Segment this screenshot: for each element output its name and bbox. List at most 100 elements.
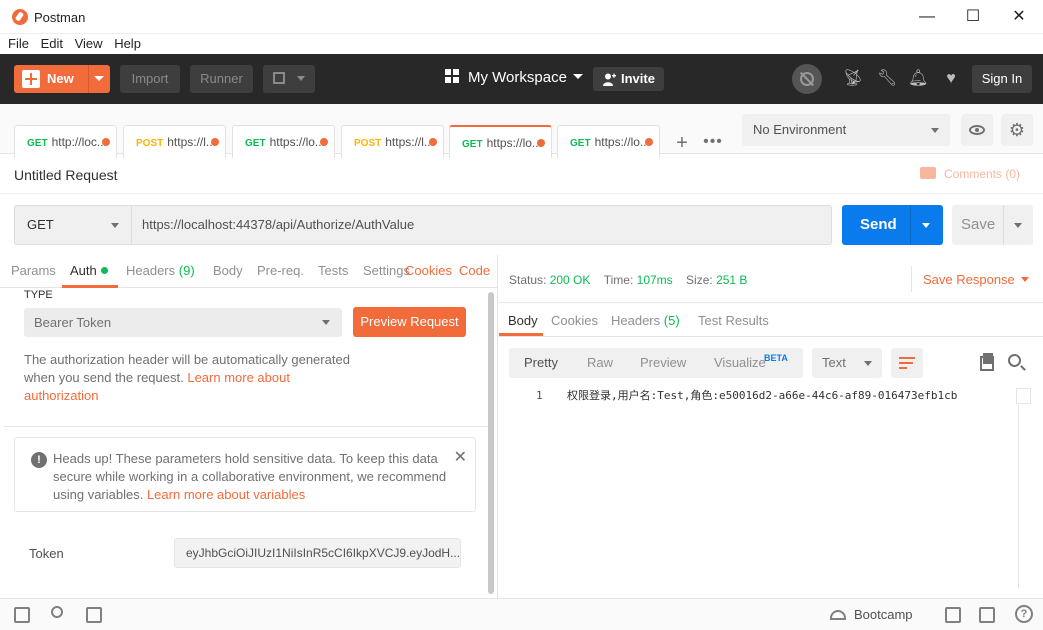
alert-info-icon: ! bbox=[31, 452, 47, 468]
tab-auth[interactable]: Auth bbox=[70, 263, 108, 278]
copy-icon[interactable] bbox=[980, 353, 994, 371]
request-tab[interactable]: POST https://l... bbox=[123, 125, 226, 158]
find-icon[interactable] bbox=[51, 606, 63, 618]
more-tabs-icon[interactable]: ••• bbox=[700, 129, 726, 157]
view-visualize[interactable]: Visualize bbox=[714, 348, 766, 378]
help-icon[interactable]: ? bbox=[1015, 605, 1033, 623]
view-raw[interactable]: Raw bbox=[587, 348, 613, 378]
menu-help[interactable]: Help bbox=[114, 34, 141, 54]
auth-desc-line1: The authorization header will be automat… bbox=[24, 352, 350, 367]
headers-count: (9) bbox=[178, 263, 195, 278]
save-response-button[interactable]: Save Response bbox=[923, 272, 1029, 287]
menu-file[interactable]: File bbox=[8, 34, 29, 54]
runner-button[interactable]: Runner bbox=[190, 65, 253, 93]
unsaved-dot-icon bbox=[320, 138, 328, 146]
new-window-button[interactable] bbox=[263, 65, 315, 93]
tab-settings[interactable]: Settings bbox=[363, 263, 410, 278]
view-pretty[interactable]: Pretty bbox=[524, 348, 558, 378]
learn-more-variables-link[interactable]: Learn more about variables bbox=[147, 487, 305, 502]
menu-view[interactable]: View bbox=[75, 34, 103, 54]
status-bar: Bootcamp ? bbox=[0, 598, 1043, 630]
minimize-button[interactable]: — bbox=[904, 0, 950, 34]
chevron-down-icon[interactable] bbox=[1014, 223, 1022, 228]
bootcamp-icon bbox=[830, 610, 846, 620]
send-button[interactable]: Send bbox=[842, 205, 943, 245]
gear-icon: ⚙ bbox=[1008, 120, 1026, 140]
status-value[interactable]: 200 OK bbox=[550, 273, 591, 287]
alert-text: Heads up! These parameters hold sensitiv… bbox=[53, 450, 453, 504]
bootcamp-button[interactable]: Bootcamp bbox=[830, 607, 913, 622]
manage-environments-button[interactable]: ⚙ bbox=[1001, 114, 1033, 146]
import-button[interactable]: Import bbox=[120, 65, 180, 93]
close-button[interactable]: ✕ bbox=[996, 0, 1042, 34]
request-tab[interactable]: POST https://l... bbox=[341, 125, 444, 158]
new-tab-plus-icon[interactable]: + bbox=[667, 129, 697, 157]
close-icon[interactable]: ✕ bbox=[454, 447, 467, 467]
beta-badge: BETA bbox=[764, 353, 788, 363]
resp-tab-test-results[interactable]: Test Results bbox=[698, 313, 769, 328]
tab-prerequest[interactable]: Pre-req. bbox=[257, 263, 304, 278]
cookies-link[interactable]: Cookies bbox=[405, 263, 452, 278]
search-icon[interactable] bbox=[1008, 354, 1021, 367]
maximize-button[interactable]: ☐ bbox=[950, 0, 996, 34]
view-preview[interactable]: Preview bbox=[640, 348, 686, 378]
postman-logo-icon bbox=[12, 9, 28, 25]
scrollbar[interactable] bbox=[488, 292, 494, 594]
satellite-icon[interactable]: 📡︎ bbox=[843, 70, 863, 88]
token-input[interactable]: eyJhbGciOiJIUzI1NiIsInR5cCI6IkpXVCJ9.eyJ… bbox=[174, 538, 461, 568]
chevron-down-icon bbox=[111, 223, 119, 228]
format-select[interactable]: Text bbox=[812, 348, 882, 378]
menu-edit[interactable]: Edit bbox=[41, 34, 63, 54]
chevron-down-icon bbox=[296, 76, 305, 81]
comments-link[interactable]: Comments (0) bbox=[920, 167, 1020, 181]
invite-button[interactable]: Invite bbox=[593, 67, 664, 91]
sync-off-icon[interactable] bbox=[792, 64, 822, 94]
request-tab[interactable]: GET http://loc... bbox=[14, 125, 117, 158]
request-tabs-bar: GET http://loc... POST https://l... GET htt… bbox=[0, 104, 1043, 158]
token-label: Token bbox=[29, 546, 64, 561]
preview-request-button[interactable]: Preview Request bbox=[353, 307, 466, 337]
tab-body[interactable]: Body bbox=[213, 263, 243, 278]
learn-more-auth-link-2[interactable]: authorization bbox=[24, 388, 98, 403]
response-body-text[interactable]: 权限登录,用户名:Test,角色:e50016d2-a66e-44c6-af89… bbox=[567, 387, 957, 405]
save-button[interactable]: Save bbox=[952, 205, 1033, 245]
two-pane-view-icon[interactable] bbox=[945, 607, 961, 623]
url-input[interactable]: https://localhost:44378/api/Authorize/Au… bbox=[131, 205, 832, 245]
response-pane: Status: 200 OK Time: 107ms Size: 251 B S… bbox=[499, 255, 1043, 598]
unsaved-dot-icon bbox=[645, 138, 653, 146]
new-button-divider bbox=[88, 65, 89, 93]
method-select[interactable]: GET bbox=[14, 205, 131, 245]
heart-icon[interactable]: ♥ bbox=[942, 70, 960, 88]
code-link[interactable]: Code bbox=[459, 263, 490, 278]
resp-tab-body[interactable]: Body bbox=[508, 313, 538, 328]
console-icon[interactable] bbox=[86, 607, 102, 623]
wrench-icon[interactable]: 🔧︎ bbox=[877, 70, 897, 88]
sensitive-data-alert: ! Heads up! These parameters hold sensit… bbox=[14, 437, 476, 512]
workspace-selector[interactable]: My Workspace bbox=[445, 69, 583, 86]
app-header: New Import Runner My Workspace Invite 📡︎… bbox=[0, 54, 1043, 104]
request-title[interactable]: Untitled Request bbox=[14, 167, 118, 183]
auth-type-select[interactable]: Bearer Token bbox=[24, 308, 342, 337]
environment-quick-look-button[interactable] bbox=[961, 114, 993, 146]
tab-params[interactable]: Params bbox=[11, 263, 56, 278]
resp-tab-cookies[interactable]: Cookies bbox=[551, 313, 598, 328]
size-value[interactable]: 251 B bbox=[716, 273, 747, 287]
environment-select[interactable]: No Environment bbox=[742, 114, 950, 146]
learn-more-auth-link[interactable]: Learn more about bbox=[187, 370, 290, 385]
sidebar-toggle-icon[interactable] bbox=[14, 607, 30, 623]
request-tab-active[interactable]: GET https://lo... bbox=[449, 125, 552, 158]
time-value[interactable]: 107ms bbox=[637, 273, 673, 287]
bell-icon[interactable]: 🔔︎ bbox=[908, 70, 928, 88]
sign-in-button[interactable]: Sign In bbox=[972, 65, 1032, 93]
tab-headers[interactable]: Headers (9) bbox=[126, 263, 195, 278]
chevron-down-icon[interactable] bbox=[94, 76, 104, 81]
wrap-lines-button[interactable] bbox=[891, 348, 923, 378]
request-tab[interactable]: GET https://lo... bbox=[232, 125, 335, 158]
new-button[interactable]: New bbox=[14, 65, 110, 93]
tab-tests[interactable]: Tests bbox=[318, 263, 348, 278]
window-title: Postman bbox=[34, 10, 86, 25]
keyboard-shortcuts-icon[interactable] bbox=[979, 607, 995, 623]
chevron-down-icon[interactable] bbox=[922, 223, 930, 228]
resp-tab-headers[interactable]: Headers (5) bbox=[611, 313, 680, 328]
request-tab[interactable]: GET https://lo... bbox=[557, 125, 660, 158]
